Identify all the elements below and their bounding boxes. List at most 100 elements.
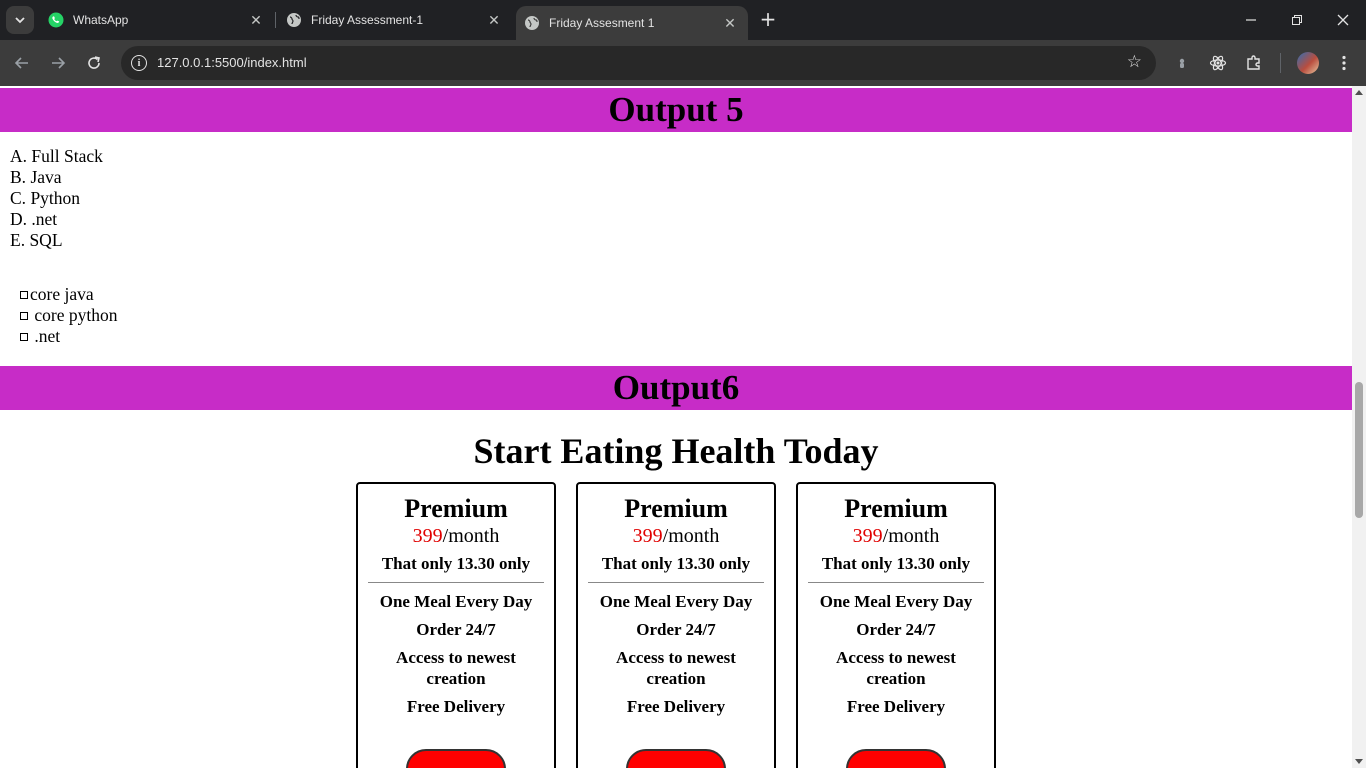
extension-dot-icon[interactable]: [1171, 52, 1193, 74]
price-amount: 399: [412, 525, 443, 547]
feature-item: Access to newest creation: [616, 648, 736, 688]
feature-item: Order 24/7: [416, 620, 496, 639]
list-item-text: SQL: [29, 230, 63, 250]
minimize-button[interactable]: [1228, 0, 1274, 40]
feature-item: One Meal Every Day: [819, 592, 973, 611]
list-item-text: .net: [30, 326, 61, 346]
feature-item: Order 24/7: [856, 620, 936, 639]
browser-toolbar: i 127.0.0.1:5500/index.html ☆: [0, 40, 1366, 86]
scroll-down-icon[interactable]: [1355, 759, 1363, 764]
list-item-text: Python: [30, 188, 81, 208]
reload-button[interactable]: [82, 51, 106, 75]
list-item: C. Python: [10, 188, 103, 209]
tab-search-button[interactable]: [6, 6, 34, 34]
new-tab-button[interactable]: +: [758, 9, 778, 30]
subscribe-button[interactable]: [846, 749, 946, 768]
page-scrollbar[interactable]: [1352, 86, 1366, 768]
list-item-text: core java: [30, 284, 94, 304]
scrollbar-thumb[interactable]: [1355, 382, 1363, 518]
price-note: That only 13.30 only: [381, 554, 531, 573]
arrow-left-icon: [14, 57, 28, 69]
square-bullet-list: core java core python .net: [20, 284, 117, 347]
card-divider: [808, 582, 984, 583]
tab-divider: [275, 12, 276, 28]
feature-item: One Meal Every Day: [599, 592, 753, 611]
output5-heading: Output 5: [0, 88, 1352, 132]
react-devtools-icon[interactable]: [1207, 52, 1229, 74]
plan-name: Premium: [624, 494, 728, 523]
tab-label: Friday Assesment 1: [549, 16, 655, 30]
plan-name: Premium: [404, 494, 508, 523]
price-amount: 399: [632, 525, 663, 547]
feature-item: Access to newest creation: [396, 648, 516, 688]
list-item: .net: [20, 326, 117, 347]
address-bar[interactable]: i 127.0.0.1:5500/index.html ☆: [121, 46, 1156, 80]
back-button[interactable]: [10, 51, 34, 75]
close-icon[interactable]: ✕: [722, 15, 738, 31]
feature-item: One Meal Every Day: [379, 592, 533, 611]
list-marker: A.: [10, 146, 28, 166]
restore-icon: [1292, 15, 1302, 25]
plan-price: 399/month: [358, 524, 554, 548]
output6-heading: Output6: [0, 366, 1352, 410]
price-period: /month: [662, 525, 720, 547]
tab-friday-assessment-1[interactable]: Friday Assessment-1 ✕: [278, 0, 512, 40]
forward-button[interactable]: [46, 51, 70, 75]
tab-friday-assesment-1-active[interactable]: Friday Assesment 1 ✕: [516, 6, 748, 40]
list-item-text: core python: [30, 305, 118, 325]
pricing-card: Premium 399/month That only 13.30 only O…: [356, 482, 556, 768]
extensions-puzzle-icon[interactable]: [1243, 52, 1265, 74]
square-bullet-icon: [20, 332, 28, 341]
price-amount: 399: [852, 525, 883, 547]
tab-strip: WhatsApp ✕ Friday Assessment-1 ✕ Friday …: [0, 0, 1366, 40]
list-item: core java: [20, 284, 117, 305]
pricing-card: Premium 399/month That only 13.30 only O…: [796, 482, 996, 768]
scroll-up-icon[interactable]: [1355, 90, 1363, 95]
price-period: /month: [442, 525, 500, 547]
list-item: core python: [20, 305, 117, 326]
price-period: /month: [882, 525, 940, 547]
profile-avatar[interactable]: [1297, 52, 1319, 74]
square-bullet-icon: [20, 290, 28, 299]
globe-icon: [524, 15, 540, 31]
menu-kebab-icon[interactable]: [1333, 52, 1355, 74]
url-text[interactable]: 127.0.0.1:5500/index.html: [157, 55, 307, 70]
arrow-right-icon: [52, 57, 66, 69]
plan-price: 399/month: [798, 524, 994, 548]
list-item: E. SQL: [10, 230, 103, 251]
list-item: A. Full Stack: [10, 146, 103, 167]
tab-whatsapp[interactable]: WhatsApp ✕: [40, 0, 274, 40]
restore-button[interactable]: [1274, 0, 1320, 40]
feature-item: Free Delivery: [846, 697, 946, 716]
list-item-text: Full Stack: [31, 146, 103, 166]
feature-item: Free Delivery: [626, 697, 726, 716]
site-info-icon[interactable]: i: [131, 55, 147, 71]
bookmark-star-icon[interactable]: ☆: [1127, 52, 1142, 72]
pricing-title: Start Eating Health Today: [473, 431, 879, 471]
feature-item: Free Delivery: [406, 697, 506, 716]
whatsapp-icon: [48, 12, 64, 28]
list-marker: D.: [10, 209, 28, 229]
chevron-down-icon: [15, 17, 25, 24]
close-window-button[interactable]: [1320, 0, 1366, 40]
subscribe-button[interactable]: [626, 749, 726, 768]
globe-icon: [286, 12, 302, 28]
feature-item: Order 24/7: [636, 620, 716, 639]
tab-label: WhatsApp: [73, 13, 129, 27]
toolbar-divider: [1280, 53, 1281, 73]
list-marker: E.: [10, 230, 26, 250]
card-divider: [588, 582, 764, 583]
feature-item: Access to newest creation: [836, 648, 956, 688]
plan-price: 399/month: [578, 524, 774, 548]
alpha-ordered-list: A. Full Stack B. Java C. Python D. .net …: [10, 146, 103, 251]
close-icon[interactable]: ✕: [248, 12, 264, 28]
card-divider: [368, 582, 544, 583]
pricing-card: Premium 399/month That only 13.30 only O…: [576, 482, 776, 768]
price-note: That only 13.30 only: [601, 554, 751, 573]
tab-label: Friday Assessment-1: [311, 13, 424, 27]
page-viewport: Output 5 A. Full Stack B. Java C. Python…: [0, 86, 1352, 768]
subscribe-button[interactable]: [406, 749, 506, 768]
price-note: That only 13.30 only: [821, 554, 971, 573]
close-icon[interactable]: ✕: [486, 12, 502, 28]
list-marker: C.: [10, 188, 27, 208]
